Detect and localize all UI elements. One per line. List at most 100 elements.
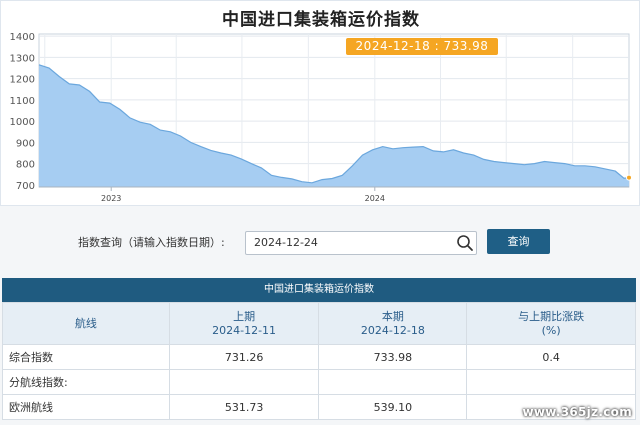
data-point [574,165,576,167]
data-point [604,168,606,170]
data-point [483,158,485,160]
header-change-unit: (%) [541,323,561,337]
data-point [220,152,222,154]
y-tick-label: 1200 [10,75,35,86]
data-point [190,141,192,143]
data-point [68,83,70,85]
row-prev: 731.26 [168,344,320,370]
query-button[interactable]: 查询 [487,229,550,254]
data-point [291,178,293,180]
header-route-label: 航线 [74,316,97,330]
header-change-label: 与上期比涨跌 [518,309,585,323]
data-point [48,67,50,69]
data-point [422,145,424,147]
search-icon[interactable] [456,234,474,252]
data-point [129,117,131,119]
index-table-section: 中国进口集装箱运价指数 航线 上期 2024-12-11 本期 2024-12-… [0,278,640,425]
header-curr-date: 2024-12-18 [360,323,425,337]
data-point [382,145,384,147]
data-point [392,148,394,150]
data-point [109,102,111,104]
chart-tooltip: 2024-12-18 : 733.98 [346,38,498,55]
data-point [452,149,454,151]
data-point [594,166,596,168]
data-point [119,108,121,110]
row-curr [318,369,468,395]
data-point [331,177,333,179]
header-prev-label: 上期 [233,309,256,323]
data-point [240,158,242,160]
table-row: 分航线指数: [2,369,636,395]
data-point [169,131,171,133]
row-route: 分航线指数: [2,369,170,395]
data-point [341,174,343,176]
data-point [149,123,151,125]
data-point [99,101,101,103]
data-point [38,64,40,66]
data-point [179,135,181,137]
table-title: 中国进口集装箱运价指数 [2,278,636,302]
query-label: 指数查询（请输入指数日期）: [78,236,225,249]
data-point [623,177,625,179]
x-tick-label: 2024 [365,194,385,203]
data-point [442,151,444,153]
index-table: 航线 上期 2024-12-11 本期 2024-12-18 与上期比涨跌 (%… [2,302,636,420]
data-point [493,160,495,162]
index-chart-panel: 中国进口集装箱运价指数 1400 1300 1200 1100 1000 900 800 70… [0,0,640,206]
row-route: 欧洲航线 [2,394,170,420]
header-change: 与上期比涨跌 (%) [466,302,636,345]
row-change: 0.4 [466,344,636,370]
highlight-point [626,174,632,181]
date-input[interactable]: 2024-12-24 [245,231,477,255]
data-point [78,84,80,86]
data-point [210,149,212,151]
data-point [88,90,90,92]
data-point [361,154,363,156]
row-curr: 539.10 [318,394,468,420]
watermark: www.365jz.com [522,405,632,419]
y-tick-label: 900 [16,138,35,149]
data-point [371,149,373,151]
y-tick-label: 1000 [10,117,35,128]
header-curr: 本期 2024-12-18 [318,302,468,345]
header-curr-label: 本期 [381,309,404,323]
data-point [553,161,555,163]
data-point [301,181,303,183]
data-point [230,154,232,156]
data-point [159,129,161,131]
data-point [543,160,545,162]
data-point [351,165,353,167]
data-point [321,178,323,180]
x-tick-label: 2023 [101,194,121,203]
y-tick-label: 800 [16,160,35,171]
data-point [523,164,525,166]
data-point [270,174,272,176]
y-tick-label: 1100 [10,96,35,107]
data-point [513,162,515,164]
header-route: 航线 [2,302,170,345]
data-point [533,162,535,164]
header-prev: 上期 2024-12-11 [168,302,320,345]
data-point [311,182,313,184]
row-change [466,369,636,395]
index-area-chart[interactable]: 1400 1300 1200 1100 1000 900 800 700 2023 2024 [1,1,640,207]
data-point [462,152,464,154]
table-row: 综合指数 731.26 733.98 0.4 [2,344,636,370]
data-point [139,121,141,123]
data-point [58,75,60,77]
header-prev-date: 2024-12-11 [212,323,277,337]
row-prev [168,369,320,395]
row-curr: 733.98 [318,344,468,370]
y-tick-label: 1400 [10,32,35,43]
data-point [260,167,262,169]
data-point [614,170,616,172]
data-point [564,162,566,164]
y-tick-label: 700 [16,181,35,192]
data-point [412,146,414,148]
data-point [200,145,202,147]
data-point [280,176,282,178]
data-point [432,150,434,152]
row-route: 综合指数 [2,344,170,370]
data-point [503,161,505,163]
y-tick-label: 1300 [10,53,35,64]
